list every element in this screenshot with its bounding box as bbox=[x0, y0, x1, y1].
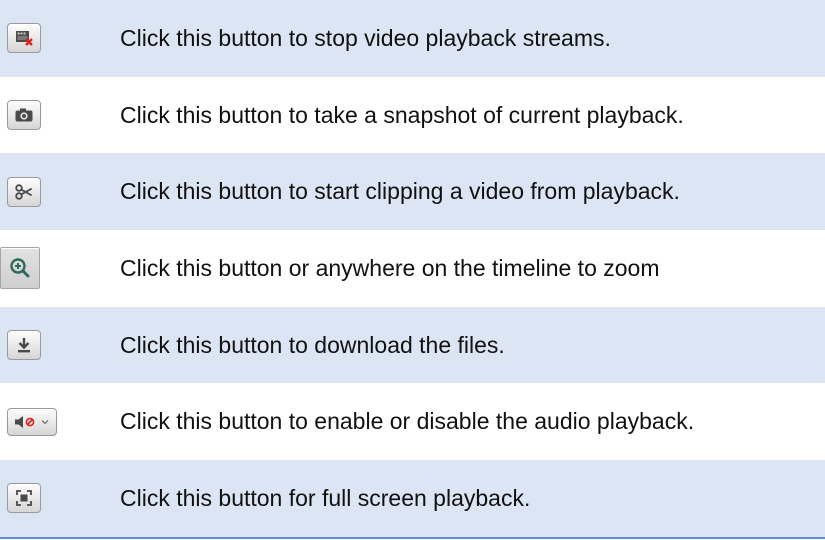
row-description: Click this button to start clipping a vi… bbox=[120, 178, 680, 205]
row-description: Click this button for full screen playba… bbox=[120, 484, 531, 511]
icon-cell bbox=[0, 176, 110, 207]
row-description: Click this button or anywhere on the tim… bbox=[120, 254, 660, 281]
full-screen-icon bbox=[16, 490, 32, 507]
camera-snapshot-icon bbox=[15, 108, 33, 122]
icon-cell bbox=[0, 330, 110, 361]
stop-playback-button[interactable] bbox=[7, 23, 41, 54]
audio-toggle-button[interactable] bbox=[7, 407, 57, 436]
table-row-audio: Click this button to enable or disable t… bbox=[0, 383, 825, 460]
download-icon bbox=[18, 338, 30, 353]
table-row-clip: Click this button to start clipping a vi… bbox=[0, 153, 825, 231]
button-description-table: Click this button to stop video playback… bbox=[0, 0, 825, 539]
full-screen-button[interactable] bbox=[7, 483, 41, 514]
audio-mute-icon bbox=[15, 415, 49, 428]
icon-cell bbox=[0, 483, 110, 514]
table-row-download: Click this button to download the files. bbox=[0, 306, 825, 384]
row-description: Click this button to enable or disable t… bbox=[120, 408, 695, 435]
download-button[interactable] bbox=[7, 330, 41, 361]
table-row-fullscreen: Click this button for full screen playba… bbox=[0, 460, 825, 537]
icon-cell bbox=[0, 247, 110, 290]
row-description: Click this button to take a snapshot of … bbox=[120, 101, 684, 128]
table-row-snapshot: Click this button to take a snapshot of … bbox=[0, 77, 825, 154]
zoom-button[interactable] bbox=[0, 247, 40, 290]
zoom-in-icon bbox=[10, 258, 30, 278]
icon-cell bbox=[0, 407, 110, 436]
scissors-clip-icon bbox=[15, 184, 32, 200]
stop-playback-icon bbox=[16, 31, 33, 47]
clip-button[interactable] bbox=[7, 176, 41, 207]
table-row-zoom: Click this button or anywhere on the tim… bbox=[0, 230, 825, 307]
snapshot-button[interactable] bbox=[7, 100, 41, 131]
table-row-stop: Click this button to stop video playback… bbox=[0, 0, 825, 77]
row-description: Click this button to download the files. bbox=[120, 331, 505, 358]
icon-cell bbox=[0, 100, 110, 131]
row-description: Click this button to stop video playback… bbox=[120, 24, 611, 51]
icon-cell bbox=[0, 23, 110, 54]
